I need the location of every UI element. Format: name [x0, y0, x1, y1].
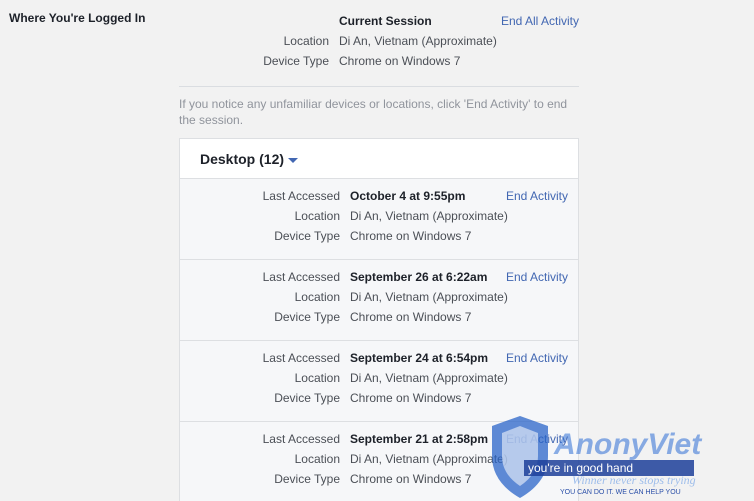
last-accessed-label: Last Accessed	[262, 432, 340, 446]
device-type-value: Chrome on Windows 7	[350, 310, 472, 324]
device-type-label: Device Type	[274, 229, 340, 243]
desktop-title: Desktop (12)	[200, 151, 285, 167]
last-accessed-value: September 21 at 2:58pm	[350, 432, 489, 446]
end-activity-link[interactable]: End Activity	[506, 270, 568, 284]
current-session: Current Session End All Activity Locatio…	[179, 14, 579, 74]
last-accessed-label: Last Accessed	[262, 270, 340, 284]
session-entry: Last Accessed September 26 at 6:22am End…	[180, 260, 578, 341]
desktop-panel: Desktop (12) Last Accessed October 4 at …	[179, 138, 579, 501]
divider	[179, 86, 579, 87]
end-activity-link[interactable]: End Activity	[506, 351, 568, 365]
location-label: Location	[294, 371, 340, 385]
device-type-label: Device Type	[274, 472, 340, 486]
location-label: Location	[294, 290, 340, 304]
last-accessed-label: Last Accessed	[262, 351, 340, 365]
last-accessed-label: Last Accessed	[262, 189, 340, 203]
last-accessed-value: September 26 at 6:22am	[350, 270, 488, 284]
location-value: Di An, Vietnam (Approximate)	[350, 290, 508, 304]
device-type-label: Device Type	[274, 310, 340, 324]
caret-down-icon[interactable]	[288, 157, 299, 163]
section-title: Where You're Logged In	[9, 11, 146, 25]
notice-text: If you notice any unfamiliar devices or …	[179, 97, 568, 127]
last-accessed-value: October 4 at 9:55pm	[350, 189, 466, 203]
current-session-heading: Current Session	[339, 14, 432, 28]
device-type-value: Chrome on Windows 7	[350, 391, 472, 405]
location-label: Location	[283, 34, 329, 48]
location-value: Di An, Vietnam (Approximate)	[350, 209, 508, 223]
location-value: Di An, Vietnam (Approximate)	[350, 452, 508, 466]
end-activity-link[interactable]: End Activity	[506, 432, 568, 446]
end-activity-link[interactable]: End Activity	[506, 189, 568, 203]
location-value: Di An, Vietnam (Approximate)	[339, 34, 497, 48]
location-label: Location	[294, 209, 340, 223]
session-list: Last Accessed October 4 at 9:55pm End Ac…	[180, 179, 578, 501]
desktop-panel-header[interactable]: Desktop (12)	[180, 139, 578, 179]
device-type-label: Device Type	[274, 391, 340, 405]
last-accessed-value: September 24 at 6:54pm	[350, 351, 489, 365]
session-entry: Last Accessed October 4 at 9:55pm End Ac…	[180, 179, 578, 260]
session-entry: Last Accessed September 24 at 6:54pm End…	[180, 341, 578, 422]
end-all-activity-link[interactable]: End All Activity	[501, 14, 579, 28]
session-entry: Last Accessed September 21 at 2:58pm End…	[180, 422, 578, 501]
watermark-slogan: Winner never stops trying	[572, 473, 696, 487]
device-type-value: Chrome on Windows 7	[350, 472, 472, 486]
device-type-label: Device Type	[263, 54, 329, 68]
device-type-value: Chrome on Windows 7	[339, 54, 461, 68]
device-type-value: Chrome on Windows 7	[350, 229, 472, 243]
location-value: Di An, Vietnam (Approximate)	[350, 371, 508, 385]
location-label: Location	[294, 452, 340, 466]
